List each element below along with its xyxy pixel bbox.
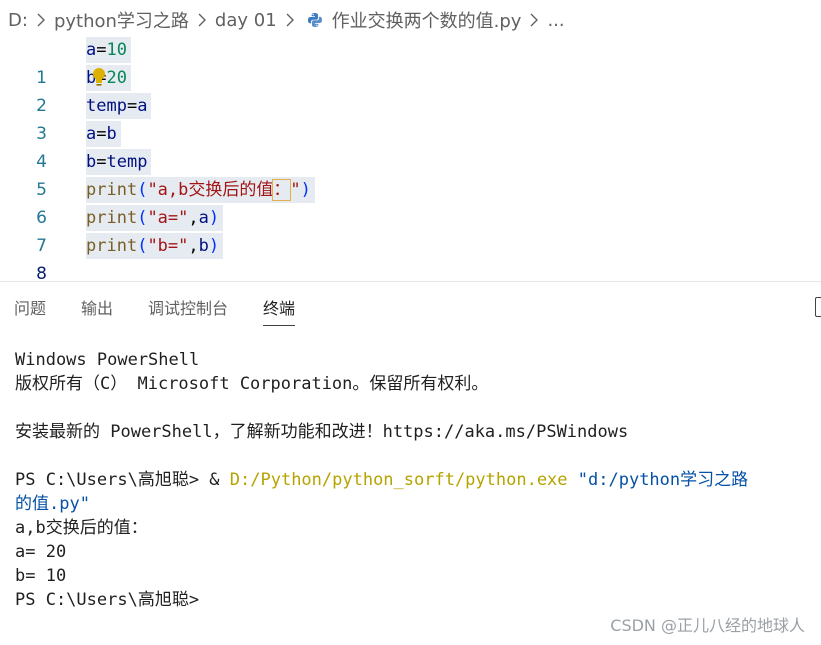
code-text[interactable]: print("a=",a): [86, 205, 224, 231]
code-text[interactable]: temp=a: [86, 93, 152, 119]
code-line[interactable]: 4 a=b: [0, 120, 821, 172]
terminal-line: b= 10: [15, 566, 67, 586]
token-operator: =: [126, 96, 138, 116]
token-variable: a: [86, 40, 97, 60]
breadcrumb: D: python学习之路 day 01 作业交换两个数的值.py ...: [8, 6, 565, 34]
token-string: "b=": [147, 236, 189, 256]
vscode-window: D: python学习之路 day 01 作业交换两个数的值.py ... 1 …: [0, 0, 821, 645]
token-operator: =: [96, 40, 107, 60]
breadcrumb-file[interactable]: 作业交换两个数的值.py: [332, 7, 522, 33]
token-variable: b: [106, 124, 117, 144]
code-line[interactable]: 7 print("a=",a): [0, 204, 821, 256]
code-line[interactable]: 2 b=20: [0, 64, 821, 116]
code-text[interactable]: b=temp: [86, 149, 152, 175]
code-text[interactable]: a=b: [86, 121, 121, 147]
terminal-line: 安装最新的 PowerShell，了解新功能和改进！https://aka.ms…: [15, 422, 629, 442]
chevron-right-icon: [198, 13, 206, 27]
code-line[interactable]: 5 b=temp: [0, 148, 821, 200]
panel-divider: [0, 281, 821, 282]
breadcrumb-folder-day01[interactable]: day 01: [215, 10, 277, 31]
token-paren: (: [137, 208, 148, 228]
chevron-right-icon: [286, 13, 294, 27]
token-paren: ): [208, 236, 220, 256]
code-line[interactable]: 8 print("b=",b): [0, 232, 821, 284]
breadcrumb-drive[interactable]: D:: [8, 10, 28, 31]
token-operator: =: [96, 124, 107, 144]
panel-tab-bar: 问题 输出 调试控制台 终端: [14, 296, 330, 326]
code-editor[interactable]: 1 a=10 2 b=20 3 temp=a 4 a=b 5 b=temp 6 …: [0, 36, 821, 284]
code-text[interactable]: a=10: [86, 37, 131, 63]
terminal-prompt: PS C:\Users\高旭聪>: [15, 470, 210, 490]
token-operator: ,: [188, 208, 199, 228]
token-number: 20: [106, 68, 127, 88]
terminal-call-operator: &: [209, 470, 230, 490]
breadcrumb-folder-python[interactable]: python学习之路: [54, 7, 189, 33]
token-string-highlight: ：: [272, 179, 292, 201]
token-variable: temp: [106, 152, 148, 172]
token-number: 10: [106, 40, 127, 60]
token-variable: a: [137, 96, 148, 116]
maximize-panel-icon[interactable]: [815, 297, 821, 317]
token-string: "a=": [147, 208, 189, 228]
code-text[interactable]: print("a,b交换后的值："): [86, 177, 315, 203]
code-text[interactable]: print("b=",b): [86, 233, 224, 259]
token-variable: a: [86, 124, 97, 144]
code-line[interactable]: 1 a=10: [0, 36, 821, 88]
chevron-right-icon: [530, 13, 539, 27]
line-number: 8: [36, 264, 47, 284]
token-function: print: [86, 180, 138, 200]
breadcrumb-ellipsis[interactable]: ...: [547, 10, 564, 31]
tab-output[interactable]: 输出: [81, 296, 113, 326]
token-function: print: [86, 208, 138, 228]
tab-problems[interactable]: 问题: [14, 296, 46, 326]
token-paren: ): [208, 208, 220, 228]
terminal-line: a,b交换后的值：: [15, 518, 148, 538]
tab-debug-console[interactable]: 调试控制台: [148, 296, 228, 326]
token-operator: =: [96, 152, 107, 172]
token-function: print: [86, 236, 138, 256]
code-line[interactable]: 6 print("a,b交换后的值："): [0, 176, 821, 228]
terminal-line: Windows PowerShell: [15, 350, 200, 370]
terminal-command-line-wrap: 的值.py": [15, 492, 821, 516]
code-line[interactable]: 3 temp=a: [0, 92, 821, 144]
terminal-line: 版权所有（C） Microsoft Corporation。保留所有权利。: [15, 374, 489, 394]
token-string: "a,b交换后的值: [147, 180, 274, 200]
lightbulb-icon[interactable]: [91, 67, 107, 91]
token-paren: ): [300, 180, 311, 200]
tab-terminal[interactable]: 终端: [263, 296, 296, 326]
token-variable: a: [198, 208, 209, 228]
terminal-command-line: PS C:\Users\高旭聪> & D:/Python/python_sorf…: [15, 468, 821, 492]
token-paren: (: [137, 236, 148, 256]
chevron-right-icon: [37, 13, 45, 27]
token-operator: ,: [188, 236, 199, 256]
python-file-icon: [307, 12, 323, 28]
terminal-exe-path: D:/Python/python_sorft/python.exe: [229, 470, 568, 490]
terminal-line: a= 20: [15, 542, 67, 562]
terminal-script-arg: "d:/python学习之路: [567, 470, 749, 490]
terminal-script-arg: 的值.py": [15, 494, 90, 514]
token-string: ": [290, 180, 301, 200]
token-variable: b: [86, 152, 97, 172]
watermark: CSDN @正儿八经的地球人: [610, 616, 805, 635]
terminal-output[interactable]: Windows PowerShell 版权所有（C） Microsoft Cor…: [15, 348, 821, 612]
token-variable: b: [198, 236, 209, 256]
terminal-prompt-line: PS C:\Users\高旭聪>: [15, 590, 200, 610]
token-variable: temp: [86, 96, 127, 116]
token-paren: (: [137, 180, 148, 200]
